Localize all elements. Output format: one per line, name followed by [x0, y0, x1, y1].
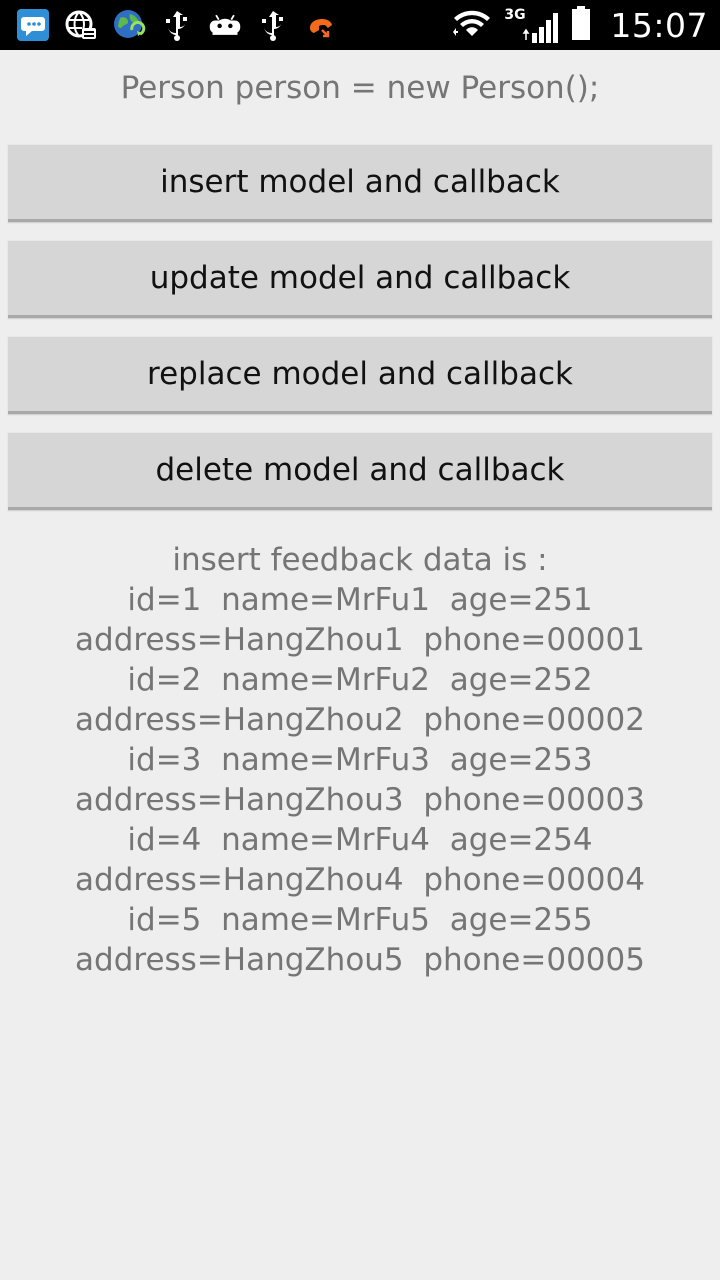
insert-button[interactable]: insert model and callback: [8, 144, 712, 222]
signal-icon: 3G: [504, 5, 560, 45]
feedback-line: id=3 name=MrFu3 age=253: [127, 742, 593, 778]
missed-call-icon: [304, 8, 338, 42]
android-icon: [208, 8, 242, 42]
notification-icons: [16, 6, 338, 44]
chat-icon: [16, 8, 50, 42]
wifi-icon: [450, 6, 494, 44]
delete-button[interactable]: delete model and callback: [8, 432, 712, 510]
replace-button[interactable]: replace model and callback: [8, 336, 712, 414]
globe-sync-icon: [112, 8, 146, 42]
feedback-line: address=HangZhou3 phone=00003: [75, 782, 645, 818]
main-content: Person person = new Person(); insert mod…: [0, 50, 720, 1280]
feedback-line: id=2 name=MrFu2 age=252: [127, 662, 593, 698]
feedback-line: address=HangZhou1 phone=00001: [75, 622, 645, 658]
browser-icon: [64, 8, 98, 42]
feedback-line: id=4 name=MrFu4 age=254: [127, 822, 593, 858]
feedback-title: insert feedback data is :: [172, 542, 548, 578]
feedback-text: insert feedback data is : id=1 name=MrFu…: [0, 540, 720, 980]
feedback-line: id=5 name=MrFu5 age=255: [127, 902, 593, 938]
feedback-line: address=HangZhou5 phone=00005: [75, 942, 645, 978]
system-icons: 3G 15:07: [450, 0, 708, 50]
update-button[interactable]: update model and callback: [8, 240, 712, 318]
usb-icon: [160, 8, 194, 42]
page-title: Person person = new Person();: [120, 70, 600, 106]
battery-icon: [570, 5, 592, 45]
status-bar: 3G 15:07: [0, 0, 720, 50]
clock: 15:07: [610, 5, 708, 45]
usb-icon: [256, 8, 290, 42]
feedback-line: address=HangZhou4 phone=00004: [75, 862, 645, 898]
feedback-line: id=1 name=MrFu1 age=251: [127, 582, 593, 618]
feedback-line: address=HangZhou2 phone=00002: [75, 702, 645, 738]
